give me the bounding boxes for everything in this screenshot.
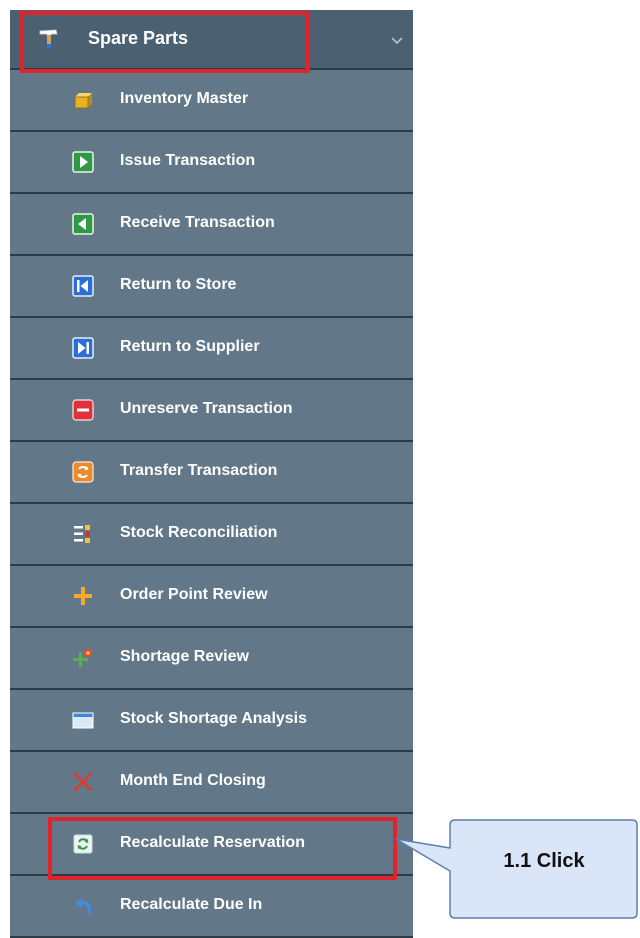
- play-right-icon: [72, 151, 94, 173]
- menu-item-stock-reconciliation[interactable]: Stock Reconciliation: [10, 504, 413, 566]
- menu-item-inventory-master[interactable]: Inventory Master: [10, 70, 413, 132]
- menu-item-label: Transfer Transaction: [120, 462, 278, 479]
- callout-label: 1.1 Click: [503, 850, 585, 872]
- menu-item-label: Unreserve Transaction: [120, 400, 293, 417]
- menu-item-label: Return to Supplier: [120, 338, 260, 355]
- plus-icon: [74, 587, 92, 605]
- minus-icon: [72, 399, 94, 421]
- menu-item-stock-shortage-analysis[interactable]: Stock Shortage Analysis: [10, 690, 413, 752]
- highlight-box-spare-parts: [20, 11, 310, 73]
- transfer-icon: [72, 461, 94, 483]
- skip-back-icon: [72, 275, 94, 297]
- menu-item-label: Stock Shortage Analysis: [120, 710, 308, 727]
- reconcile-icon: [74, 525, 90, 543]
- menu-item-issue-transaction[interactable]: Issue Transaction: [10, 132, 413, 194]
- chevron-down-icon[interactable]: [390, 36, 404, 46]
- menu-item-unreserve-transaction[interactable]: Unreserve Transaction: [10, 380, 413, 442]
- shortage-icon: [73, 649, 92, 667]
- menu-item-label: Recalculate Due In: [120, 896, 263, 913]
- undo-icon: [75, 898, 92, 914]
- skip-forward-icon: [72, 337, 94, 359]
- menu-item-label: Inventory Master: [120, 90, 249, 107]
- x-icon: [73, 772, 93, 792]
- play-left-icon: [72, 213, 94, 235]
- menu-item-label: Receive Transaction: [120, 214, 275, 231]
- sidebar-menu: Spare Parts Inventory Master Issue Trans…: [10, 10, 413, 938]
- menu-item-label: Issue Transaction: [120, 152, 256, 169]
- menu-item-return-to-store[interactable]: Return to Store: [10, 256, 413, 318]
- menu-item-transfer-transaction[interactable]: Transfer Transaction: [10, 442, 413, 504]
- highlight-box-recalculate-reservation: [48, 817, 397, 880]
- menu-item-order-point-review[interactable]: Order Point Review: [10, 566, 413, 628]
- menu-item-label: Return to Store: [120, 276, 237, 293]
- menu-item-label: Month End Closing: [120, 772, 266, 789]
- menu-item-receive-transaction[interactable]: Receive Transaction: [10, 194, 413, 256]
- window-icon: [72, 712, 94, 729]
- menu-item-label: Shortage Review: [120, 648, 249, 665]
- box-icon: [74, 93, 92, 109]
- menu-item-return-to-supplier[interactable]: Return to Supplier: [10, 318, 413, 380]
- menu-item-recalculate-due-in[interactable]: Recalculate Due In: [10, 876, 413, 938]
- menu-item-label: Order Point Review: [120, 586, 268, 603]
- menu-item-month-end-closing[interactable]: Month End Closing: [10, 752, 413, 814]
- menu-item-shortage-review[interactable]: Shortage Review: [10, 628, 413, 690]
- menu-item-label: Stock Reconciliation: [120, 524, 278, 541]
